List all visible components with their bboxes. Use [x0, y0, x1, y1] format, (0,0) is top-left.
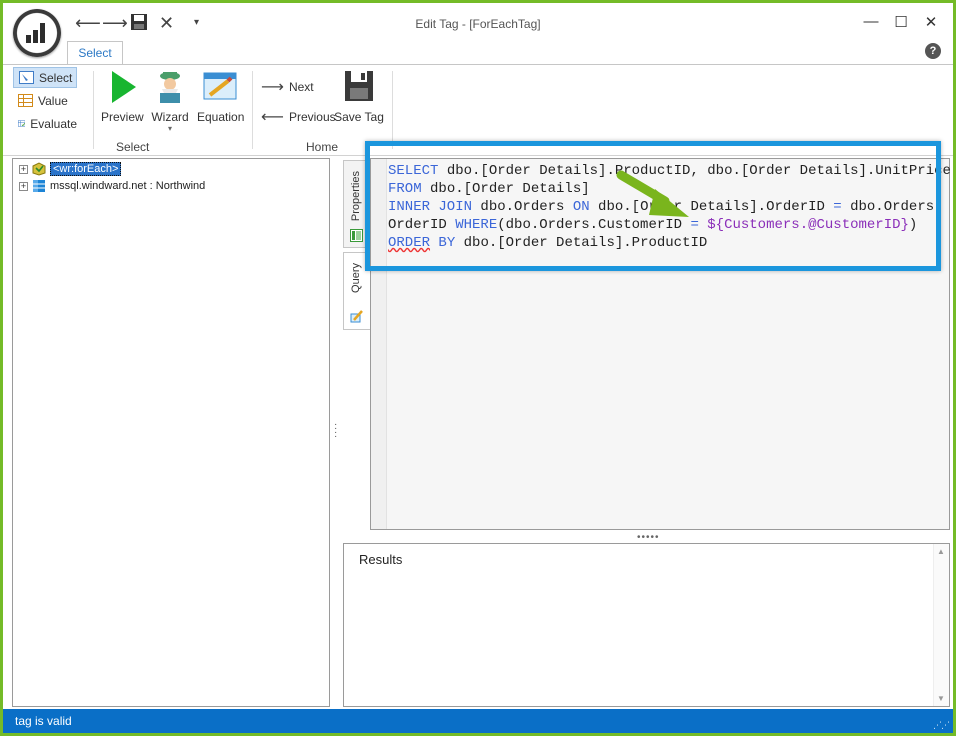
- edit-tag-window: ⟵ ⟶ ✕ ▾ Edit Tag - [ForEachTag] — ☐ ✕ ? …: [0, 0, 956, 736]
- minimize-button[interactable]: —: [861, 13, 881, 30]
- tree-node-foreach[interactable]: + <wr:forEach>: [19, 161, 122, 177]
- preview-label: Preview: [101, 110, 144, 124]
- tab-query-label: Query: [350, 263, 362, 293]
- results-title: Results: [359, 552, 403, 567]
- query-icon: [350, 310, 363, 323]
- save-tag-button[interactable]: Save Tag: [333, 69, 385, 124]
- results-scrollbar[interactable]: ▲ ▼: [933, 544, 949, 706]
- maximize-button[interactable]: ☐: [891, 13, 911, 31]
- value-button[interactable]: Value: [13, 90, 77, 111]
- expand-icon[interactable]: +: [19, 181, 28, 191]
- results-pane: Results ▲ ▼: [343, 543, 950, 707]
- horizontal-splitter[interactable]: •••••: [637, 532, 660, 543]
- evaluate-label: Evaluate: [30, 116, 77, 131]
- status-bar: tag is valid ⋰⋰: [3, 709, 953, 733]
- tree-node-label: <wr:forEach>: [50, 162, 122, 176]
- preview-button[interactable]: Preview: [101, 69, 144, 124]
- tab-properties-label: Properties: [350, 171, 362, 222]
- tree-node-datasource[interactable]: + mssql.windward.net : Northwind: [19, 178, 205, 194]
- select-button[interactable]: Select: [13, 67, 77, 88]
- evaluate-button[interactable]: Evaluate: [13, 113, 77, 134]
- select-group-label: Select: [116, 140, 150, 154]
- value-icon: [18, 94, 33, 107]
- annotation-arrow-icon: [616, 170, 689, 217]
- equation-button[interactable]: Equation: [197, 69, 245, 124]
- ribbon-separator: [252, 71, 253, 149]
- ribbon-tabstrip: Select: [3, 41, 953, 65]
- vertical-splitter[interactable]: · · · ·: [334, 420, 337, 442]
- save-tag-label: Save Tag: [334, 110, 384, 124]
- ribbon: Select Value Evaluate Preview Wizard ▾ E…: [3, 64, 953, 156]
- value-label: Value: [38, 93, 68, 108]
- wizard-dropdown-icon[interactable]: ▾: [149, 124, 191, 133]
- equation-icon: [203, 72, 237, 100]
- arrow-right-icon: ⟶: [261, 79, 284, 96]
- tab-select[interactable]: Select: [67, 41, 123, 65]
- scroll-down-icon[interactable]: ▼: [937, 694, 945, 703]
- save-tag-icon: [345, 71, 373, 101]
- arrow-left-icon: ⟵: [261, 109, 284, 126]
- side-tabs: Properties Query: [343, 160, 370, 330]
- query-line-5: ORDER BY dbo.[Order Details].ProductID: [388, 235, 708, 251]
- status-text: tag is valid: [15, 714, 72, 728]
- select-icon: [19, 71, 34, 84]
- window-title: Edit Tag - [ForEachTag]: [415, 17, 541, 31]
- resize-grip-icon[interactable]: ⋰⋰: [933, 720, 950, 731]
- play-icon: [112, 71, 136, 103]
- wizard-icon: [160, 72, 180, 103]
- tag-tree-pane: + <wr:forEach> + mssql.windward.net : No…: [12, 158, 330, 707]
- previous-label: Previous: [288, 110, 336, 124]
- tab-properties[interactable]: Properties: [343, 160, 370, 248]
- tree-node-label: mssql.windward.net : Northwind: [50, 180, 206, 192]
- equation-label: Equation: [197, 110, 245, 124]
- foreach-tag-icon: [32, 162, 46, 176]
- properties-icon: [350, 229, 363, 242]
- home-group-label: Home: [306, 140, 339, 154]
- next-label: Next: [288, 80, 314, 94]
- wizard-button[interactable]: Wizard ▾: [149, 69, 191, 133]
- next-button[interactable]: ⟶ Next: [261, 77, 314, 97]
- expand-icon[interactable]: +: [19, 164, 28, 174]
- ribbon-separator: [392, 71, 393, 149]
- wizard-label: Wizard: [151, 110, 189, 124]
- title-bar: ⟵ ⟶ ✕ ▾ Edit Tag - [ForEachTag] — ☐ ✕: [3, 3, 953, 43]
- app-logo[interactable]: [13, 9, 61, 57]
- previous-button[interactable]: ⟵ Previous: [261, 107, 336, 127]
- select-label: Select: [39, 70, 73, 85]
- scroll-up-icon[interactable]: ▲: [937, 547, 945, 556]
- editor-gutter: [371, 159, 387, 529]
- tab-query[interactable]: Query: [343, 252, 370, 330]
- evaluate-icon: [18, 120, 26, 127]
- close-button[interactable]: ✕: [921, 13, 941, 31]
- ribbon-separator: [93, 71, 94, 149]
- database-icon: [33, 180, 45, 192]
